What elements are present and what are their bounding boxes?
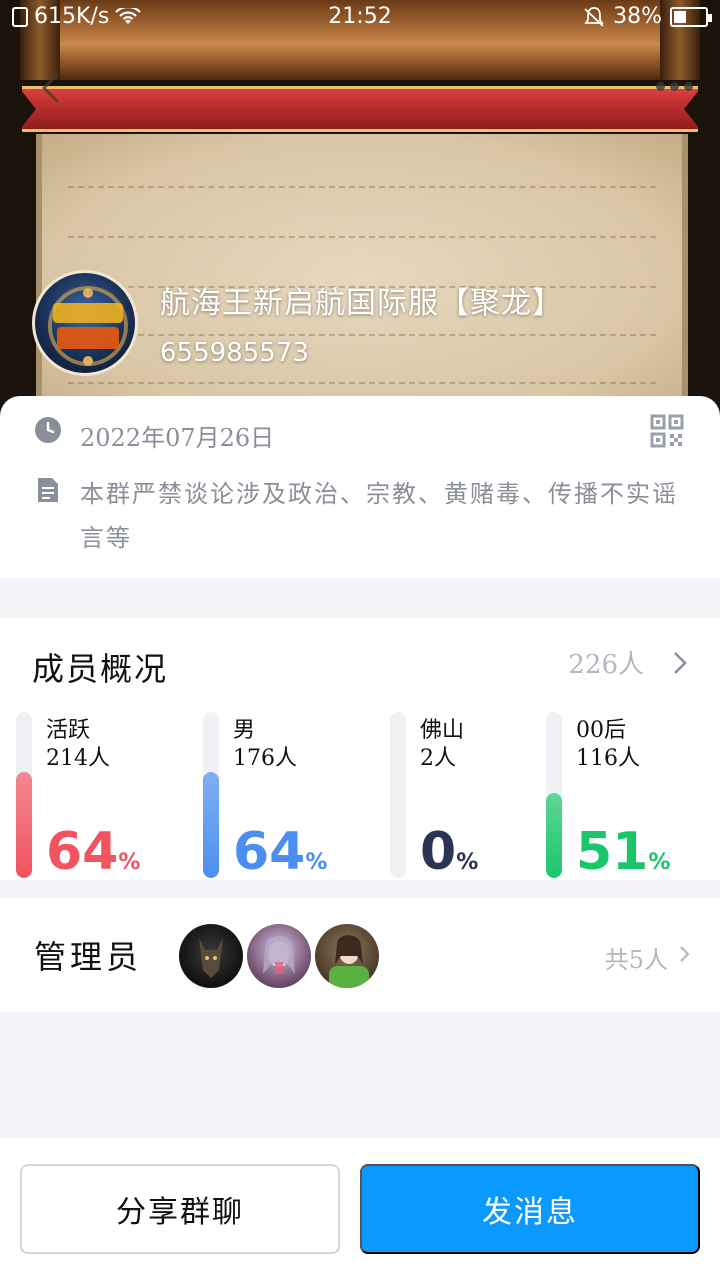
group-id: 655985573 xyxy=(160,338,309,368)
bell-muted-icon xyxy=(584,6,604,27)
admin-avatar[interactable] xyxy=(247,924,311,988)
battery-percent: 38% xyxy=(613,4,662,29)
admins-total[interactable]: 共5人 xyxy=(605,940,668,975)
battery-icon xyxy=(670,6,712,27)
admin-avatar[interactable] xyxy=(315,924,379,988)
group-header-banner: 615K/s 21:52 38% 航海王新启航国际服【聚龙】 655985573 xyxy=(0,0,720,420)
stat-location: 佛山 2人 0% xyxy=(390,712,560,882)
stat-percent: 51% xyxy=(576,822,671,882)
admins-title: 管理员 xyxy=(34,938,143,976)
stat-value: 214人 xyxy=(46,746,110,771)
status-bar: 615K/s 21:52 38% xyxy=(0,0,720,36)
group-description: 本群严禁谈论涉及政治、宗教、黄赌毒、传播不实谣言等 xyxy=(80,480,678,552)
stat-bar-fill xyxy=(546,793,562,878)
stat-bar-fill xyxy=(203,772,219,878)
more-options-icon[interactable] xyxy=(656,76,696,96)
share-group-button[interactable]: 分享群聊 xyxy=(20,1164,340,1254)
stat-age-group: 00后 116人 51% xyxy=(546,712,716,882)
group-info-card: 2022年07月26日 本群严禁谈论涉及政治、宗教、黄赌毒、传播不实谣言等 xyxy=(0,396,720,578)
members-overview-card[interactable]: 成员概况 226人 活跃 214人 64% 男 176人 64% 佛山 2人 0… xyxy=(0,618,720,882)
document-icon xyxy=(38,478,58,502)
admins-card[interactable]: 管理员 共5人 xyxy=(0,898,720,1012)
stat-male: 男 176人 64% xyxy=(203,712,373,882)
members-title: 成员概况 xyxy=(32,650,169,688)
chevron-right-icon[interactable] xyxy=(670,650,690,676)
members-count[interactable]: 226人 xyxy=(568,644,644,681)
stat-value: 2人 xyxy=(420,746,456,771)
send-message-button[interactable]: 发消息 xyxy=(360,1164,700,1254)
admin-avatar[interactable] xyxy=(179,924,243,988)
group-name: 航海王新启航国际服【聚龙】 xyxy=(160,286,563,321)
back-arrow-icon[interactable] xyxy=(34,70,70,106)
bottom-action-bar: 分享群聊 发消息 xyxy=(0,1138,720,1280)
clock-icon xyxy=(35,417,61,443)
stat-active: 活跃 214人 64% xyxy=(16,712,186,882)
creation-date: 2022年07月26日 xyxy=(80,424,275,452)
stat-bar-fill xyxy=(16,772,32,878)
red-ribbon-decoration xyxy=(20,86,700,132)
stat-value: 116人 xyxy=(576,746,640,771)
qr-code-icon[interactable] xyxy=(650,414,684,448)
stat-percent: 64% xyxy=(233,822,328,882)
stat-percent: 0% xyxy=(420,822,479,882)
group-avatar[interactable] xyxy=(32,270,138,376)
stat-value: 176人 xyxy=(233,746,297,771)
stat-percent: 64% xyxy=(46,822,141,882)
chevron-right-icon[interactable] xyxy=(678,944,692,964)
